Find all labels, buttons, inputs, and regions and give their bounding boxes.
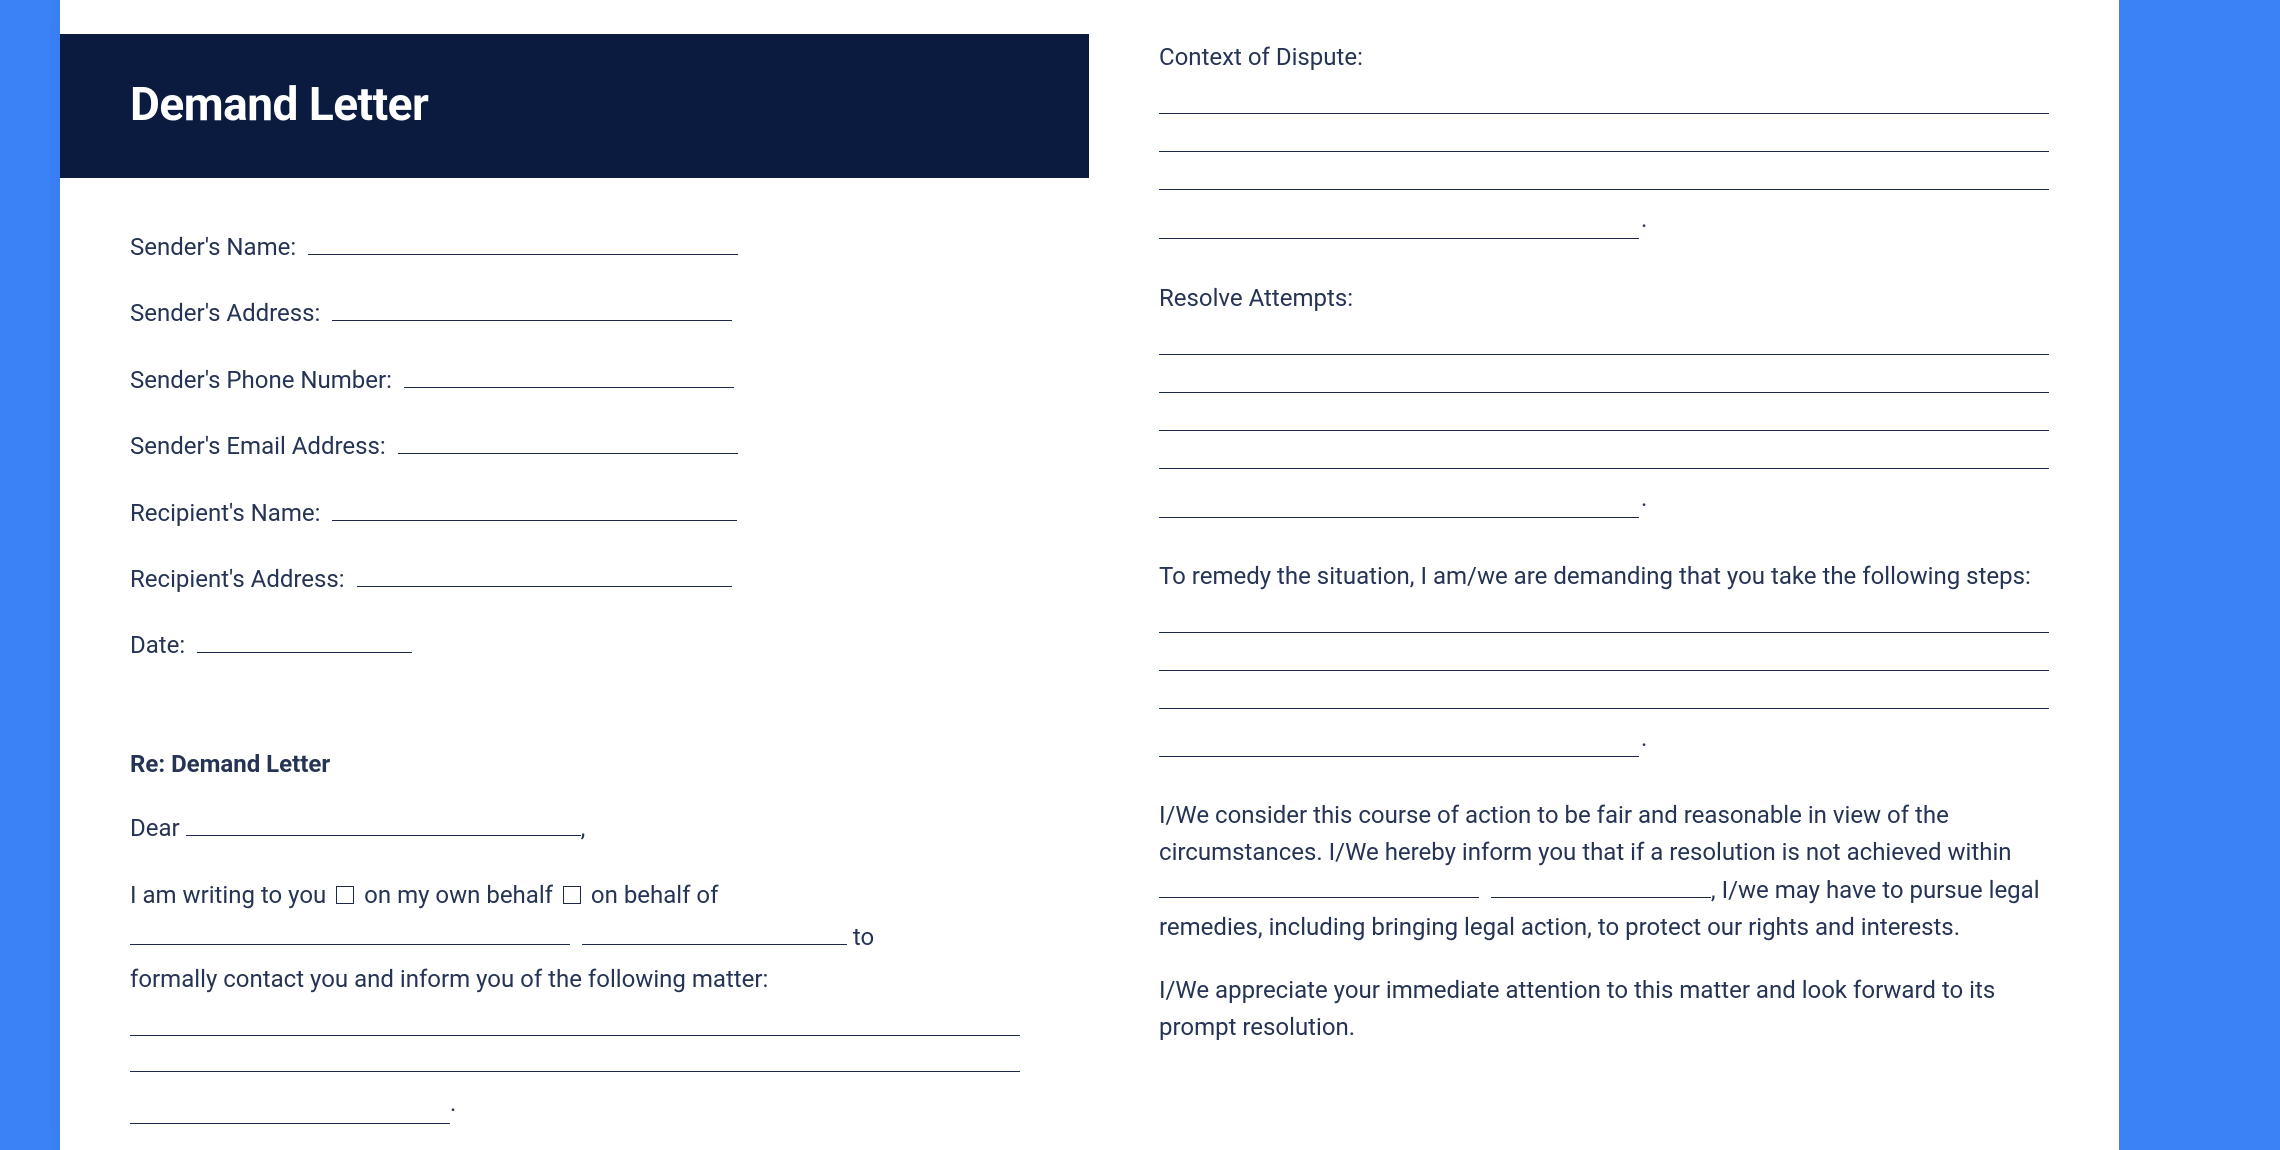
body-text-a: I am writing to you — [130, 881, 332, 909]
checkbox-own-behalf[interactable] — [336, 886, 354, 904]
paragraph-fair: I/We consider this course of action to b… — [1159, 797, 2049, 946]
context-period: . — [1641, 200, 1647, 238]
matter-period: . — [450, 1082, 456, 1124]
label-date: Date: — [130, 631, 185, 659]
blank-salutation[interactable] — [186, 811, 581, 836]
blank-recipient-address[interactable] — [357, 562, 732, 587]
blank-resolve-4[interactable] — [1159, 441, 2049, 469]
blank-context-1[interactable] — [1159, 86, 2049, 114]
blank-resolve-5[interactable] — [1159, 490, 1639, 518]
page-right: Context of Dispute: . Resolve Attempts: … — [1089, 0, 2119, 1150]
salutation-line: Dear , — [130, 809, 1020, 847]
label-remedy: To remedy the situation, I am/we are dem… — [1159, 558, 2049, 595]
blank-resolve-3[interactable] — [1159, 403, 2049, 431]
field-sender-email: Sender's Email Address: — [130, 427, 1020, 465]
blank-behalf-1[interactable] — [130, 919, 570, 944]
field-recipient-address: Recipient's Address: — [130, 560, 1020, 598]
blank-recipient-name[interactable] — [332, 495, 737, 520]
blank-remedy-2[interactable] — [1159, 643, 2049, 671]
label-recipient-name: Recipient's Name: — [130, 499, 320, 527]
blank-matter-line-3[interactable] — [130, 1096, 450, 1124]
blank-sender-phone[interactable] — [404, 363, 734, 388]
blank-context-2[interactable] — [1159, 124, 2049, 152]
blank-deadline-2[interactable] — [1491, 872, 1711, 897]
blank-remedy-1[interactable] — [1159, 605, 2049, 633]
blank-context-4[interactable] — [1159, 211, 1639, 239]
left-content: Sender's Name: Sender's Address: Sender'… — [60, 178, 1090, 1124]
blank-remedy-4[interactable] — [1159, 729, 1639, 757]
blank-deadline-1[interactable] — [1159, 872, 1479, 897]
label-resolve: Resolve Attempts: — [1159, 279, 2049, 317]
body-to: to — [847, 923, 874, 951]
salutation-suffix: , — [581, 814, 586, 842]
right-content: Context of Dispute: . Resolve Attempts: … — [1089, 0, 2119, 1046]
section-remedy: To remedy the situation, I am/we are dem… — [1159, 558, 2049, 758]
re-line: Re: Demand Letter — [130, 745, 1020, 783]
page-left: Demand Letter Sender's Name: Sender's Ad… — [60, 0, 1090, 1150]
field-recipient-name: Recipient's Name: — [130, 494, 1020, 532]
remedy-period: . — [1641, 719, 1647, 757]
body-intro: I am writing to you on my own behalf on … — [130, 874, 1020, 1124]
blank-date[interactable] — [197, 628, 412, 653]
label-context: Context of Dispute: — [1159, 38, 2049, 76]
page-title: Demand Letter — [130, 78, 1020, 132]
checkbox-on-behalf-of[interactable] — [563, 886, 581, 904]
blank-matter-line-2[interactable] — [130, 1044, 1020, 1072]
blank-remedy-3[interactable] — [1159, 681, 2049, 709]
blank-sender-address[interactable] — [332, 296, 732, 321]
paragraph-closing: I/We appreciate your immediate attention… — [1159, 972, 2049, 1046]
fair-text-a: I/We consider this course of action to b… — [1159, 801, 2012, 866]
title-bar: Demand Letter — [60, 34, 1090, 178]
blank-resolve-1[interactable] — [1159, 327, 2049, 355]
body-text-b: formally contact you and inform you of t… — [130, 965, 768, 993]
body-opt2: on behalf of — [585, 881, 719, 909]
label-sender-address: Sender's Address: — [130, 299, 320, 327]
label-recipient-address: Recipient's Address: — [130, 565, 345, 593]
field-date: Date: — [130, 626, 1020, 664]
field-sender-name: Sender's Name: — [130, 228, 1020, 266]
resolve-period: . — [1641, 479, 1647, 517]
field-sender-phone: Sender's Phone Number: — [130, 361, 1020, 399]
blank-sender-email[interactable] — [398, 429, 738, 454]
salutation-prefix: Dear — [130, 814, 186, 842]
document-spread: Demand Letter Sender's Name: Sender's Ad… — [60, 0, 2220, 1150]
blank-sender-name[interactable] — [308, 230, 738, 255]
body-opt1: on my own behalf — [358, 881, 559, 909]
section-resolve: Resolve Attempts: . — [1159, 279, 2049, 518]
label-sender-email: Sender's Email Address: — [130, 432, 386, 460]
field-sender-address: Sender's Address: — [130, 294, 1020, 332]
label-sender-phone: Sender's Phone Number: — [130, 366, 392, 394]
blank-behalf-2[interactable] — [582, 919, 847, 944]
label-sender-name: Sender's Name: — [130, 233, 296, 261]
blank-resolve-2[interactable] — [1159, 365, 2049, 393]
section-context: Context of Dispute: . — [1159, 38, 2049, 239]
blank-context-3[interactable] — [1159, 162, 2049, 190]
blank-matter-line-1[interactable] — [130, 1008, 1020, 1036]
